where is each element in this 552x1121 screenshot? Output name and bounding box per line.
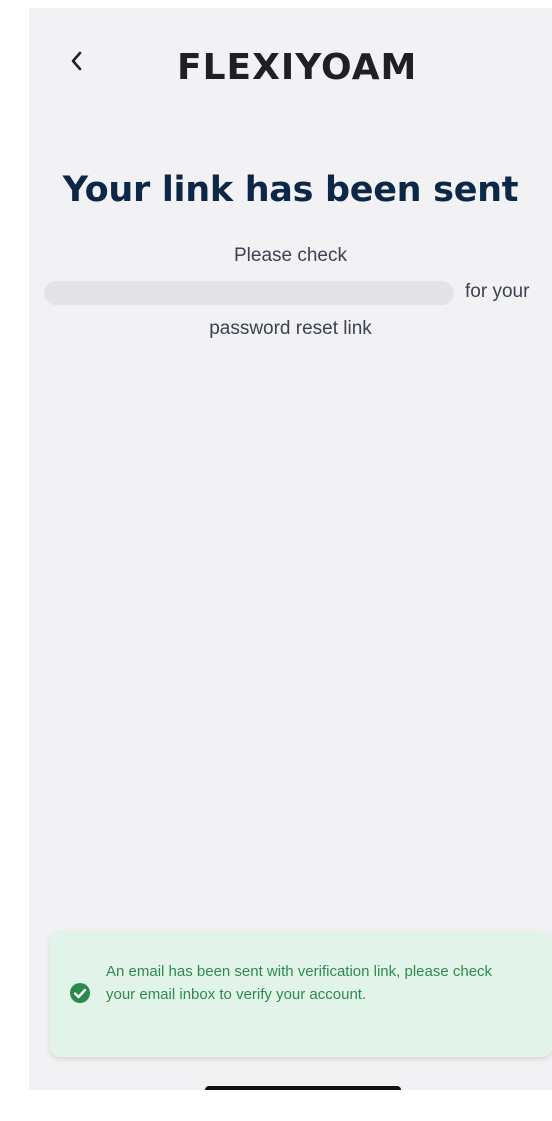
logo-text: FLEXIYOAM xyxy=(177,46,418,88)
message-line-2-suffix: for your xyxy=(465,281,530,302)
check-circle-icon xyxy=(70,983,90,1003)
screen: FLEXIYOAM Your link has been sent Please… xyxy=(29,8,552,1090)
success-toast: An email has been sent with verification… xyxy=(50,931,552,1057)
back-button[interactable] xyxy=(65,46,89,76)
toast-message: An email has been sent with verification… xyxy=(106,963,493,1003)
chevron-left-icon xyxy=(71,51,82,71)
message-line-3: password reset link xyxy=(209,318,372,339)
message-line-1: Please check xyxy=(233,245,347,266)
page-title: Your link has been sent xyxy=(62,170,519,210)
flexiroam-logo: FLEXIYOAM xyxy=(177,41,417,93)
redacted-email xyxy=(44,281,454,305)
home-indicator xyxy=(205,1086,401,1090)
